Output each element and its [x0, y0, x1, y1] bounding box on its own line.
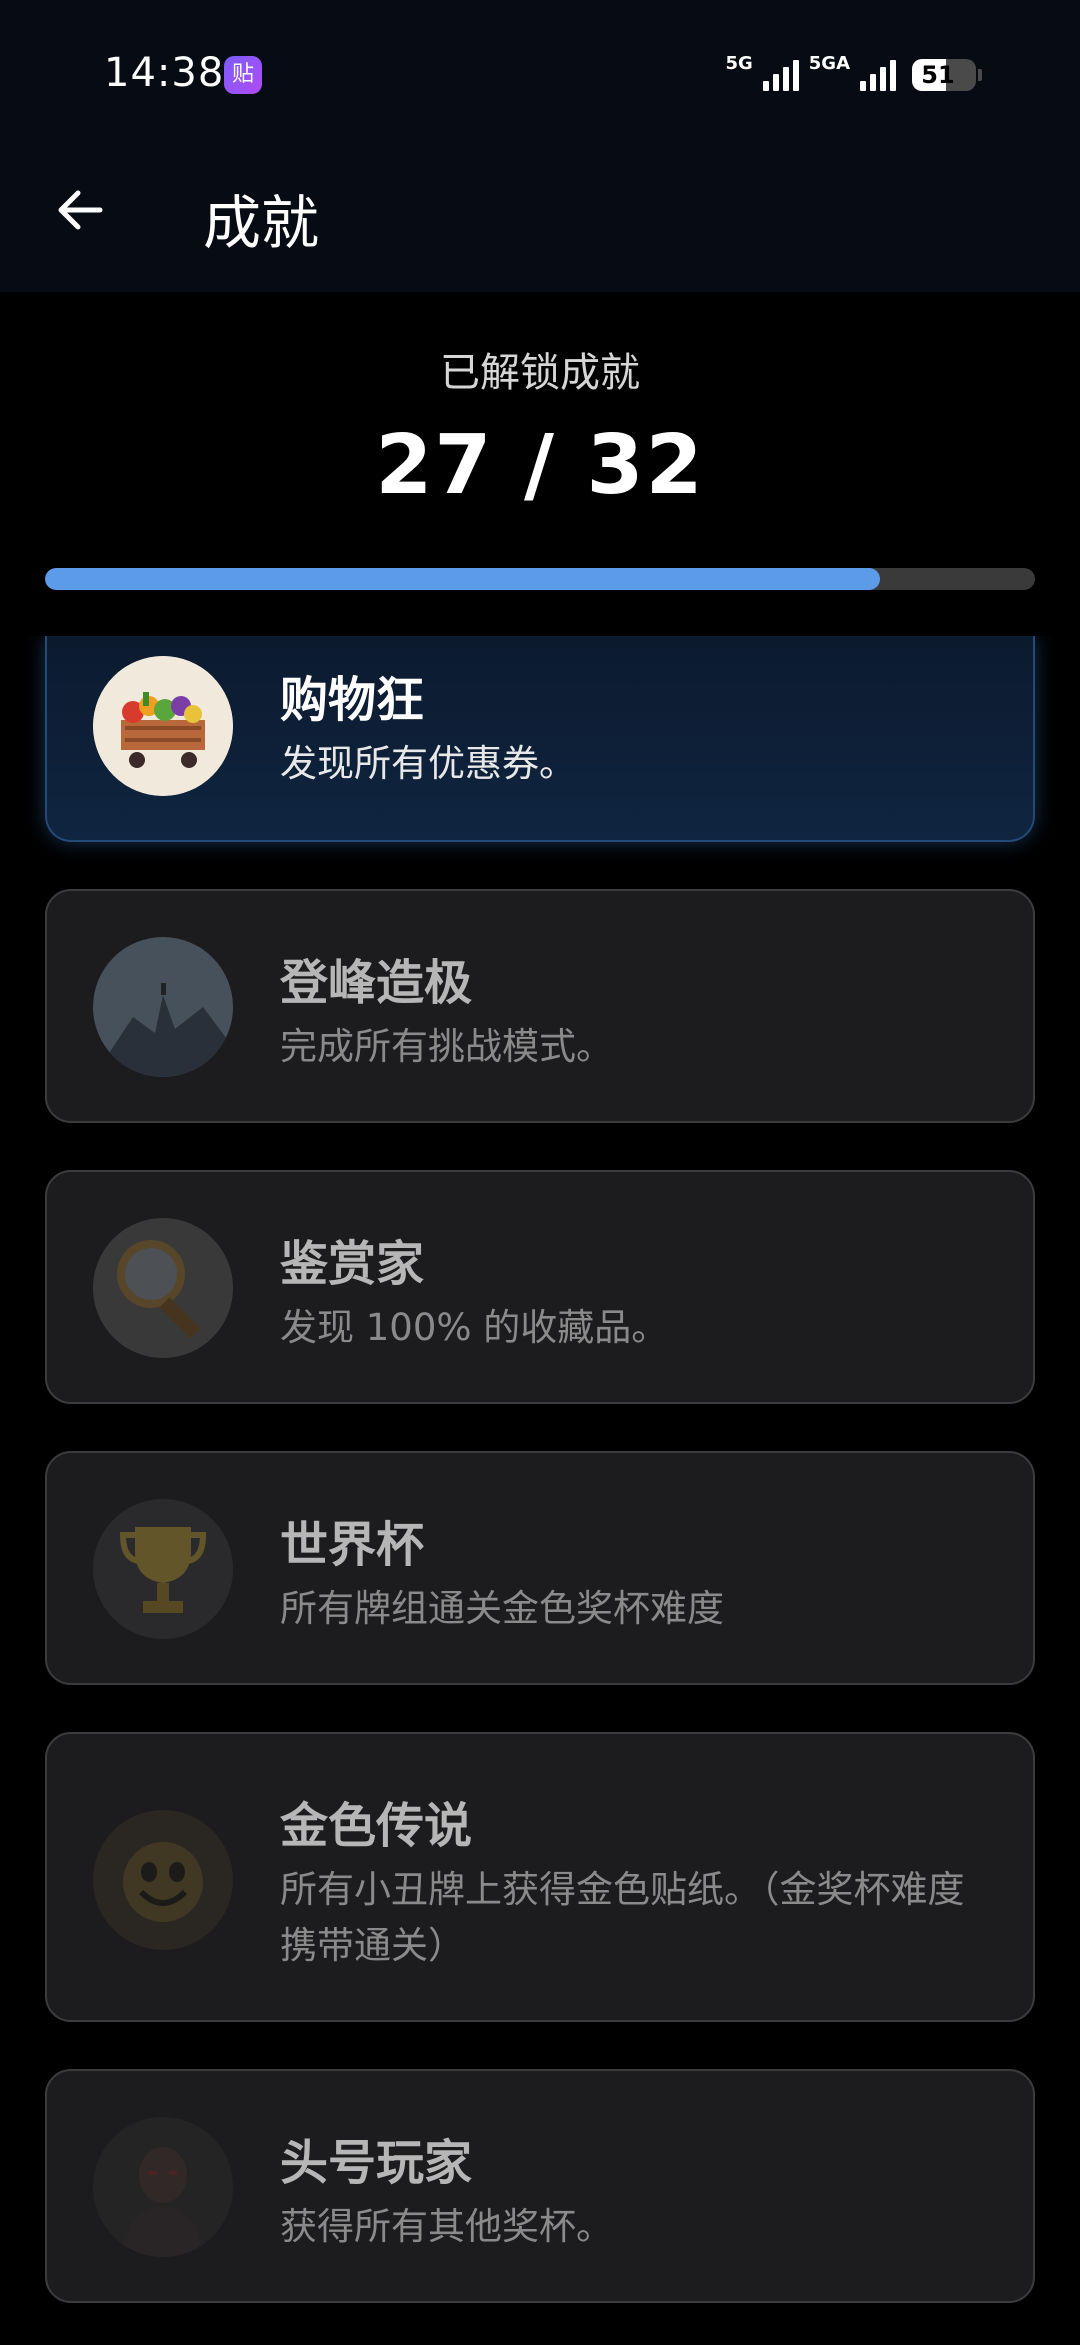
- top-bar: 14:38 贴 5G 5GA 51 成就: [0, 0, 1080, 292]
- achievement-card-world-cup[interactable]: 世界杯 所有牌组通关金色奖杯难度: [45, 1451, 1035, 1685]
- achievement-card-shopaholic[interactable]: 购物狂 发现所有优惠券。: [45, 636, 1035, 842]
- achievement-card-peak[interactable]: 登峰造极 完成所有挑战模式。: [45, 889, 1035, 1123]
- back-arrow-icon: [58, 190, 103, 230]
- achievement-title: 金色传说: [280, 1798, 473, 1854]
- signal-icon-2: [860, 59, 896, 91]
- achievement-description: 所有小丑牌上获得金色贴纸。（金奖杯难度携带通关）: [280, 1868, 965, 1967]
- status-indicators: 5G 5GA 51: [725, 52, 982, 98]
- shopping-cart-icon: [93, 656, 233, 796]
- battery-percent: 51: [921, 61, 955, 89]
- achievement-description: 发现 100% 的收藏品。: [280, 1306, 669, 1349]
- summary-label: 已解锁成就: [440, 350, 640, 396]
- achievement-title: 头号玩家: [280, 2135, 473, 2191]
- achievement-title: 世界杯: [280, 1517, 425, 1573]
- battery-tip: [978, 69, 982, 81]
- achievement-card-golden-legend[interactable]: 金色传说 所有小丑牌上获得金色贴纸。（金奖杯难度携带通关）: [45, 1732, 1035, 2022]
- achievement-description: 所有牌组通关金色奖杯难度: [280, 1587, 724, 1630]
- achievement-description: 获得所有其他奖杯。: [280, 2205, 613, 2248]
- network-type-label: 5G: [725, 52, 753, 74]
- summary-count: 27 / 32: [375, 418, 705, 513]
- battery-icon: 51: [912, 59, 982, 91]
- achievement-card-connoisseur[interactable]: 鉴赏家 发现 100% 的收藏品。: [45, 1170, 1035, 1404]
- achievement-progress-fill: [45, 568, 881, 590]
- achievement-title: 登峰造极: [280, 955, 473, 1011]
- notification-app-icon: 贴: [224, 56, 262, 94]
- achievement-description: 发现所有优惠券。: [280, 742, 576, 785]
- page-title: 成就: [203, 189, 320, 257]
- achievement-list[interactable]: 购物狂 发现所有优惠券。 登峰造极 完成所有挑战模式。 鉴赏家 发现 100% …: [0, 636, 1080, 2345]
- achievement-progress-bar: [45, 568, 1035, 590]
- achievement-title: 购物狂: [280, 672, 425, 728]
- back-button[interactable]: [52, 182, 108, 238]
- network-type-label-2: 5GA: [808, 52, 850, 74]
- golden-joker-icon: [93, 1810, 233, 1950]
- mountain-peak-icon: [93, 937, 233, 1077]
- magnifier-icon: [93, 1218, 233, 1358]
- status-time: 14:38: [104, 50, 225, 96]
- player-portrait-icon: [93, 2117, 233, 2257]
- trophy-icon: [93, 1499, 233, 1639]
- signal-icon: [762, 59, 799, 91]
- achievement-card-top-player[interactable]: 头号玩家 获得所有其他奖杯。: [45, 2069, 1035, 2303]
- achievement-description: 完成所有挑战模式。: [280, 1025, 613, 1068]
- achievement-title: 鉴赏家: [280, 1236, 425, 1292]
